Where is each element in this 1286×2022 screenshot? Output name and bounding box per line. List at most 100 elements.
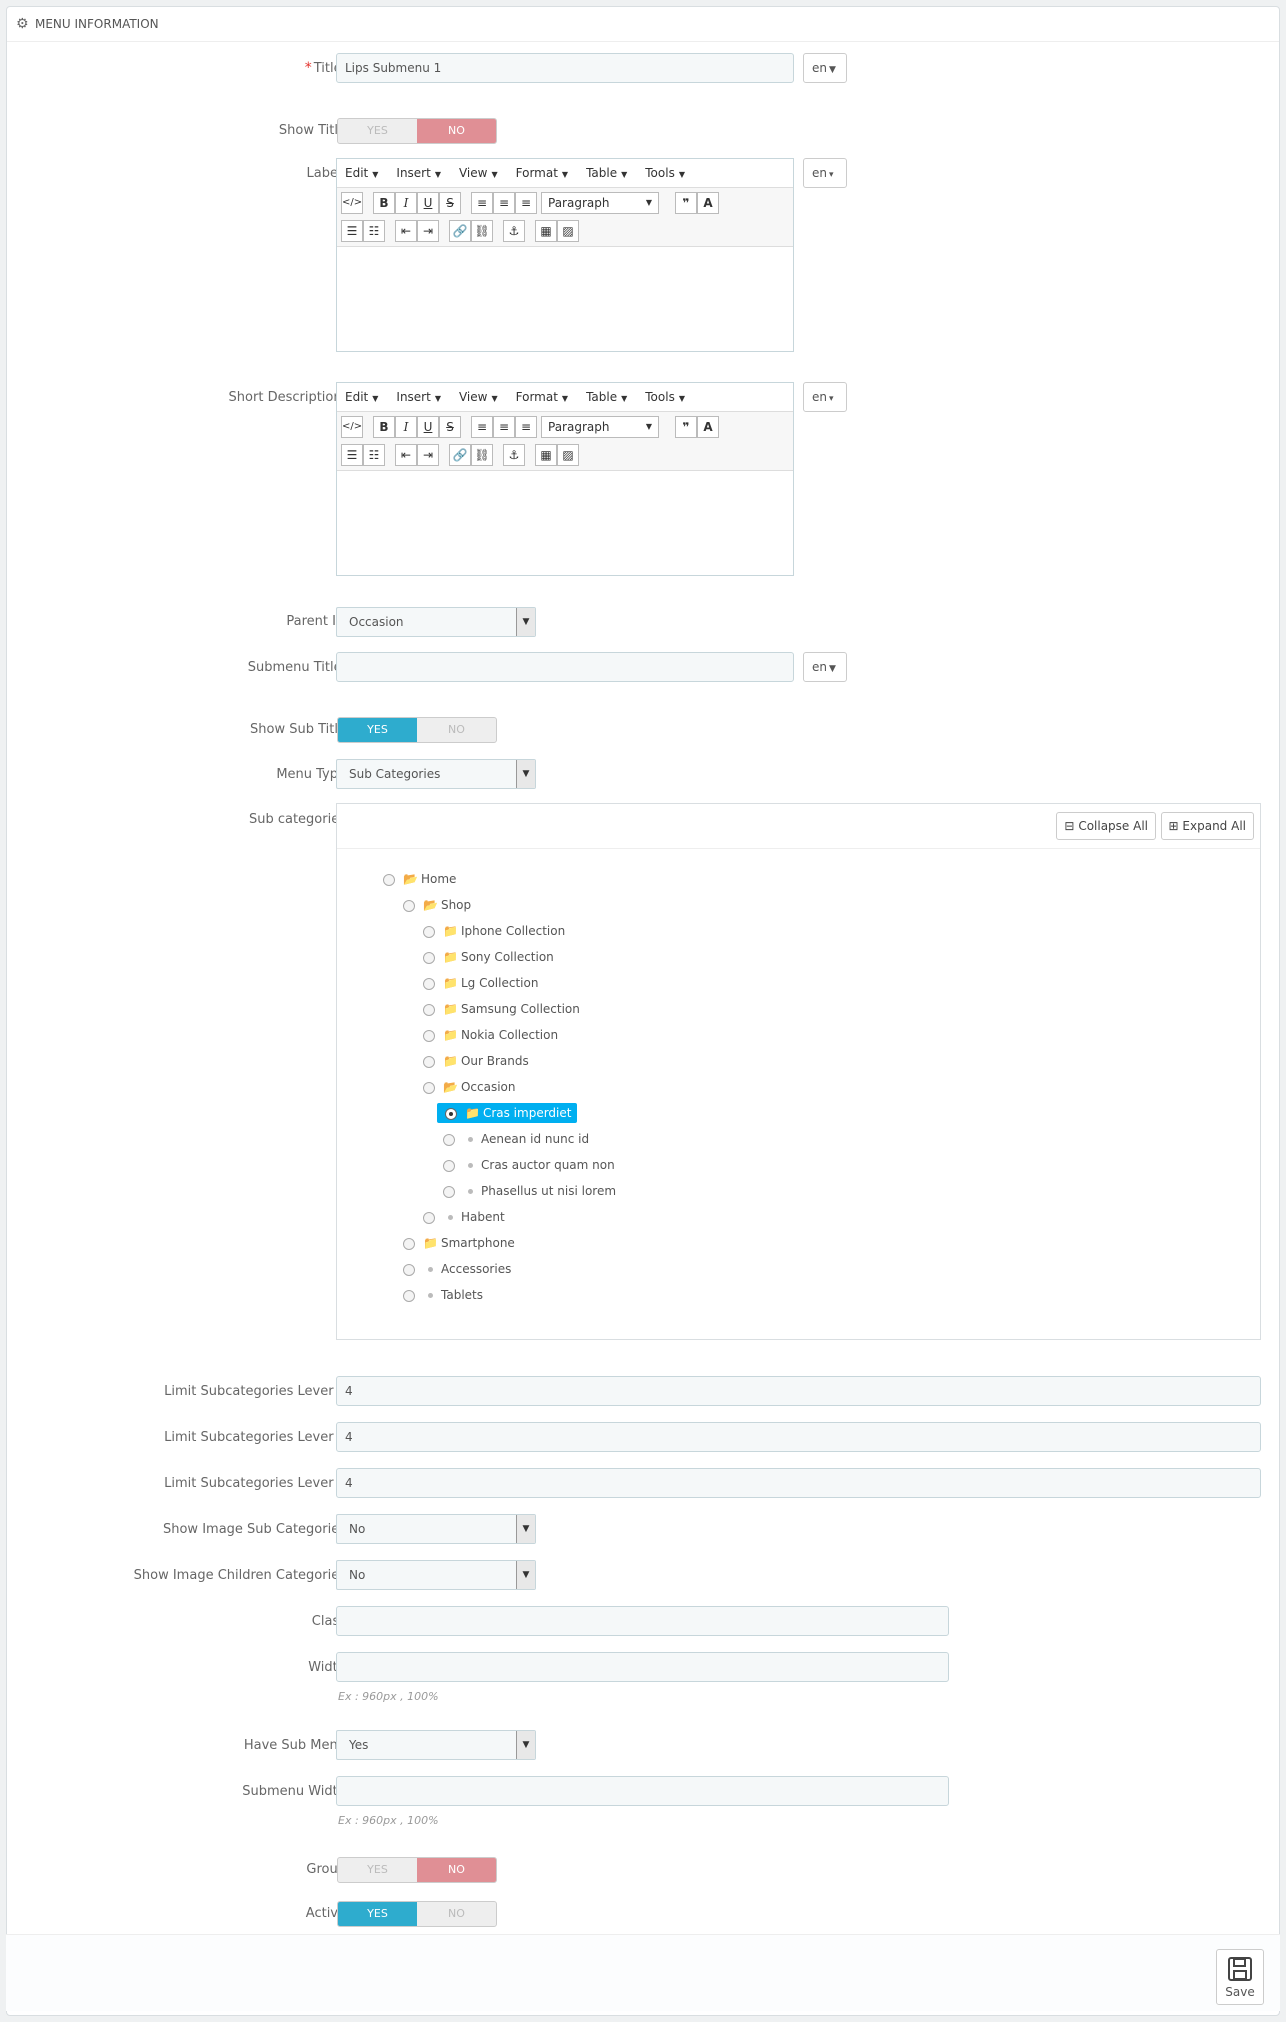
- width-input[interactable]: [336, 1652, 949, 1682]
- align-right-icon[interactable]: ≡: [515, 192, 537, 214]
- active-toggle[interactable]: YES NO: [337, 1901, 497, 1927]
- menu-table[interactable]: Table ▼: [586, 390, 634, 404]
- active-no[interactable]: NO: [417, 1902, 496, 1926]
- underline-icon[interactable]: U: [417, 192, 439, 214]
- media-icon[interactable]: ▦: [535, 220, 557, 242]
- radio[interactable]: [423, 1211, 435, 1224]
- group-toggle[interactable]: YES NO: [337, 1857, 497, 1883]
- show-title-no[interactable]: NO: [417, 119, 496, 143]
- radio-selected[interactable]: [445, 1107, 457, 1120]
- menu-format[interactable]: Format ▼: [516, 390, 575, 404]
- menu-insert[interactable]: Insert ▼: [396, 166, 448, 180]
- source-code-icon[interactable]: </>: [341, 416, 363, 438]
- anchor-icon[interactable]: ⚓: [503, 444, 525, 466]
- limit-level2-input[interactable]: 4: [336, 1422, 1261, 1452]
- menu-type-select[interactable]: Sub Categories ▼: [336, 759, 536, 789]
- bullet-list-icon[interactable]: ☰: [341, 220, 363, 242]
- show-image-children-select[interactable]: No ▼: [336, 1560, 536, 1590]
- tree-node-our-brands[interactable]: 📁 Our Brands: [423, 1051, 529, 1071]
- submenu-width-input[interactable]: [336, 1776, 949, 1806]
- show-sub-title-yes[interactable]: YES: [338, 718, 417, 742]
- tree-node-smartphone[interactable]: 📁 Smartphone: [403, 1233, 515, 1253]
- radio[interactable]: [403, 899, 415, 912]
- strikethrough-icon[interactable]: S: [439, 416, 461, 438]
- have-sub-menu-select[interactable]: Yes ▼: [336, 1730, 536, 1760]
- image-icon[interactable]: ▨: [557, 220, 579, 242]
- media-icon[interactable]: ▦: [535, 444, 557, 466]
- tree-node-aenean[interactable]: Aenean id nunc id: [443, 1129, 589, 1149]
- title-input[interactable]: Lips Submenu 1: [336, 53, 794, 83]
- radio[interactable]: [443, 1159, 455, 1172]
- tree-node-cras-imperdiet[interactable]: 📁 Cras imperdiet: [437, 1103, 578, 1123]
- align-left-icon[interactable]: ≡: [471, 192, 493, 214]
- tree-node-shop[interactable]: 📂 Shop: [403, 895, 471, 915]
- blockquote-icon[interactable]: ❞: [675, 192, 697, 214]
- title-lang-dropdown[interactable]: en ▼: [803, 53, 847, 83]
- short-description-editor[interactable]: Edit ▼ Insert ▼ View ▼ Format ▼ Table ▼ Tools…: [336, 382, 794, 576]
- short-description-lang-dropdown[interactable]: en ▾: [803, 382, 847, 412]
- group-no[interactable]: NO: [417, 1858, 496, 1882]
- parent-id-select[interactable]: Occasion ▼: [336, 607, 536, 637]
- outdent-icon[interactable]: ⇤: [395, 444, 417, 466]
- show-title-yes[interactable]: YES: [338, 119, 417, 143]
- strikethrough-icon[interactable]: S: [439, 192, 461, 214]
- submenu-title-input[interactable]: [336, 652, 794, 682]
- tree-node-samsung-collection[interactable]: 📁 Samsung Collection: [423, 999, 580, 1019]
- link-icon[interactable]: 🔗: [449, 444, 471, 466]
- show-title-toggle[interactable]: YES NO: [337, 118, 497, 144]
- tree-node-cras-auctor[interactable]: Cras auctor quam non: [443, 1155, 615, 1175]
- block-format-select[interactable]: Paragraph ▼: [541, 416, 659, 438]
- save-button[interactable]: Save: [1216, 1949, 1264, 2005]
- collapse-all-button[interactable]: ⊟ Collapse All: [1056, 812, 1156, 840]
- italic-icon[interactable]: I: [395, 416, 417, 438]
- tree-node-lg-collection[interactable]: 📁 Lg Collection: [423, 973, 538, 993]
- block-format-select[interactable]: Paragraph ▼: [541, 192, 659, 214]
- menu-insert[interactable]: Insert ▼: [396, 390, 448, 404]
- tree-node-tablets[interactable]: Tablets: [403, 1285, 483, 1305]
- group-yes[interactable]: YES: [338, 1858, 417, 1882]
- bold-icon[interactable]: B: [373, 416, 395, 438]
- label-editor[interactable]: Edit ▼ Insert ▼ View ▼ Format ▼ Table ▼ Tools…: [336, 158, 794, 352]
- numbered-list-icon[interactable]: ☷: [363, 220, 385, 242]
- bold-icon[interactable]: B: [373, 192, 395, 214]
- show-sub-title-no[interactable]: NO: [417, 718, 496, 742]
- text-color-icon[interactable]: A: [697, 192, 719, 214]
- source-code-icon[interactable]: </>: [341, 192, 363, 214]
- limit-level1-input[interactable]: 4: [336, 1376, 1261, 1406]
- italic-icon[interactable]: I: [395, 192, 417, 214]
- radio[interactable]: [443, 1133, 455, 1146]
- unlink-icon[interactable]: ⛓: [471, 444, 493, 466]
- blockquote-icon[interactable]: ❞: [675, 416, 697, 438]
- underline-icon[interactable]: U: [417, 416, 439, 438]
- menu-edit[interactable]: Edit ▼: [345, 390, 385, 404]
- menu-table[interactable]: Table ▼: [586, 166, 634, 180]
- menu-tools[interactable]: Tools ▼: [645, 390, 692, 404]
- limit-level3-input[interactable]: 4: [336, 1468, 1261, 1498]
- menu-view[interactable]: View ▼: [459, 390, 505, 404]
- bullet-list-icon[interactable]: ☰: [341, 444, 363, 466]
- radio[interactable]: [423, 951, 435, 964]
- radio[interactable]: [403, 1237, 415, 1250]
- tree-node-occasion[interactable]: 📂 Occasion: [423, 1077, 515, 1097]
- menu-tools[interactable]: Tools ▼: [645, 166, 692, 180]
- radio[interactable]: [383, 873, 395, 886]
- tree-node-home[interactable]: 📂 Home: [383, 869, 456, 889]
- menu-edit[interactable]: Edit ▼: [345, 166, 385, 180]
- label-lang-dropdown[interactable]: en ▾: [803, 158, 847, 188]
- indent-icon[interactable]: ⇥: [417, 220, 439, 242]
- tree-node-habent[interactable]: Habent: [423, 1207, 505, 1227]
- tree-node-iphone-collection[interactable]: 📁 Iphone Collection: [423, 921, 565, 941]
- tree-node-nokia-collection[interactable]: 📁 Nokia Collection: [423, 1025, 558, 1045]
- align-center-icon[interactable]: ≡: [493, 416, 515, 438]
- radio[interactable]: [423, 925, 435, 938]
- radio[interactable]: [403, 1263, 415, 1276]
- class-input[interactable]: [336, 1606, 949, 1636]
- menu-format[interactable]: Format ▼: [516, 166, 575, 180]
- anchor-icon[interactable]: ⚓: [503, 220, 525, 242]
- expand-all-button[interactable]: ⊞ Expand All: [1160, 812, 1254, 840]
- align-center-icon[interactable]: ≡: [493, 192, 515, 214]
- image-icon[interactable]: ▨: [557, 444, 579, 466]
- show-image-sub-select[interactable]: No ▼: [336, 1514, 536, 1544]
- tree-node-sony-collection[interactable]: 📁 Sony Collection: [423, 947, 554, 967]
- indent-icon[interactable]: ⇥: [417, 444, 439, 466]
